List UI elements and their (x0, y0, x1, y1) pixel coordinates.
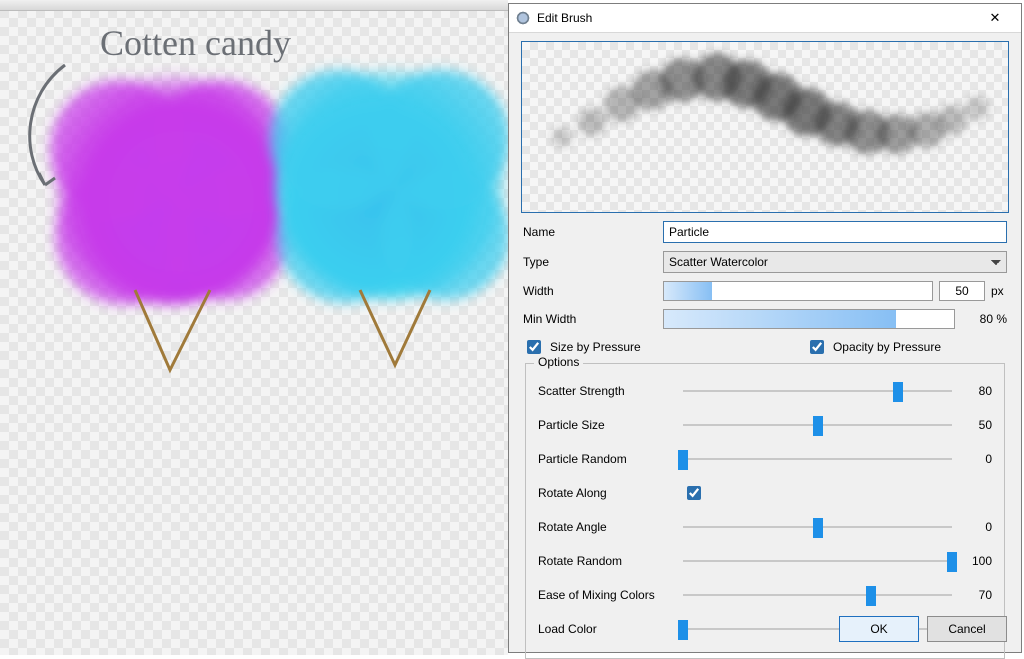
minwidth-slider[interactable] (663, 309, 955, 329)
name-input[interactable] (663, 221, 1007, 243)
options-legend: Options (534, 355, 583, 369)
slider-label: Rotate Random (538, 554, 683, 568)
type-label: Type (523, 255, 663, 269)
dialog-titlebar[interactable]: Edit Brush ✕ (509, 4, 1021, 33)
cancel-button[interactable]: Cancel (927, 616, 1007, 642)
brush-preview (521, 41, 1009, 213)
slider-value: 70 (964, 588, 992, 602)
slider-label: Particle Random (538, 452, 683, 466)
option-slider[interactable] (683, 424, 952, 426)
drawing-canvas[interactable]: Cotten candy (0, 0, 508, 655)
name-label: Name (523, 225, 663, 239)
opacity-by-pressure-checkbox[interactable] (810, 340, 824, 354)
svg-text:Cotten candy: Cotten candy (100, 23, 291, 63)
option-slider[interactable] (683, 560, 952, 562)
slider-label: Particle Size (538, 418, 683, 432)
rotate-along-checkbox[interactable] (687, 486, 701, 500)
slider-value: 0 (964, 452, 992, 466)
drawing-content: Cotten candy (0, 0, 508, 655)
minwidth-label: Min Width (523, 312, 663, 326)
width-value[interactable] (939, 281, 985, 301)
slider-value: 0 (964, 520, 992, 534)
option-slider[interactable] (683, 526, 952, 528)
slider-label: Scatter Strength (538, 384, 683, 398)
slider-value: 80 (964, 384, 992, 398)
width-slider[interactable] (663, 281, 933, 301)
option-slider[interactable] (683, 594, 952, 596)
width-label: Width (523, 284, 663, 298)
opacity-by-pressure-label: Opacity by Pressure (833, 340, 941, 354)
edit-brush-dialog: Edit Brush ✕ (508, 3, 1022, 653)
size-by-pressure-checkbox[interactable] (527, 340, 541, 354)
slider-value: 50 (964, 418, 992, 432)
dialog-title: Edit Brush (537, 11, 592, 25)
minwidth-value: 80 % (961, 312, 1007, 326)
brush-dialog-icon (515, 10, 531, 26)
option-slider[interactable] (683, 458, 952, 460)
slider-label: Rotate Along (538, 486, 683, 500)
type-select[interactable]: Scatter Watercolor (663, 251, 1007, 273)
slider-value: 100 (964, 554, 992, 568)
slider-label: Ease of Mixing Colors (538, 588, 683, 602)
ok-button[interactable]: OK (839, 616, 919, 642)
slider-label: Rotate Angle (538, 520, 683, 534)
close-button[interactable]: ✕ (975, 7, 1015, 29)
option-slider[interactable] (683, 390, 952, 392)
width-unit: px (991, 284, 1007, 298)
size-by-pressure-label: Size by Pressure (550, 340, 641, 354)
